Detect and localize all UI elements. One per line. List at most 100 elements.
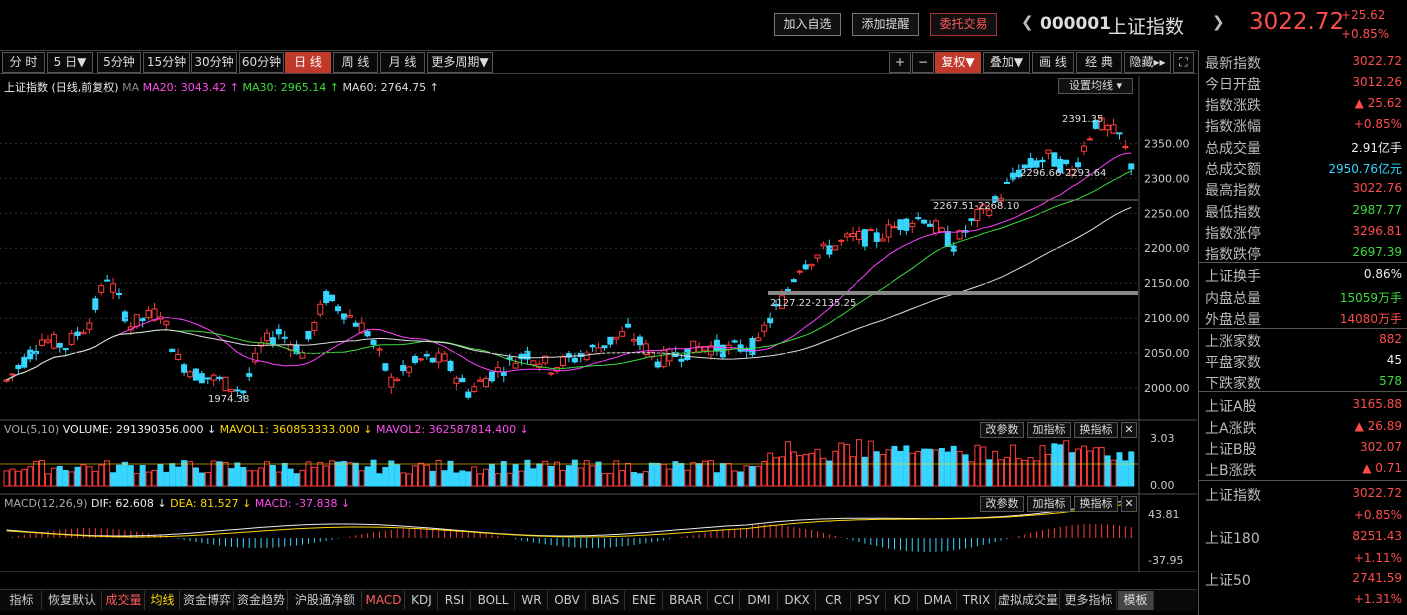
indicator-tab-18[interactable]: DKX [779, 591, 816, 610]
indicator-tab-7[interactable]: MACD [363, 591, 405, 610]
range2-annotation: 2267.51-2268.10 [933, 201, 1019, 212]
header-bar: 加入自选 添加提醒 委托交易 ❮ 000001 上证指数 ❯ 3022.72 +… [0, 0, 1407, 50]
candle-body [317, 303, 324, 315]
toolbar-tool-4[interactable]: 画 线 [1032, 52, 1074, 73]
indicator-tab-23[interactable]: TRIX [958, 591, 996, 610]
candle-body [222, 376, 229, 392]
volume-bar [323, 465, 330, 487]
quote-value: 3022.72 [1352, 54, 1402, 68]
indicator-tab-25[interactable]: 更多指标 [1061, 591, 1117, 610]
candle-body [429, 357, 436, 363]
quote-row: 指数涨跌 ▲ 25.62 [1199, 93, 1407, 114]
candle-body [275, 329, 282, 335]
volume-bar [252, 470, 259, 487]
volume-bar [690, 462, 697, 487]
indicator-tab-5[interactable]: 资金趋势 [235, 591, 288, 610]
chart-area[interactable]: 2350.00 2300.00 2250.00 2200.00 2150.00 2100.… [0, 76, 1197, 572]
indicator-tab-22[interactable]: DMA [919, 591, 957, 610]
period-tab-9[interactable]: 更多周期▼ [427, 52, 493, 73]
indicator-tab-14[interactable]: ENE [626, 591, 663, 610]
indicator-tab-0[interactable]: 指标 [2, 591, 42, 610]
toolbar-tool-3[interactable]: 叠加▼ [983, 52, 1030, 73]
add-watch-button[interactable]: 加入自选 [774, 13, 841, 36]
volume-bar [820, 457, 827, 487]
toolbar-tool-5[interactable]: 经 典 [1076, 52, 1122, 73]
price-tick-label: 2250.00 [1144, 207, 1190, 220]
vol-close-icon[interactable]: ✕ [1121, 422, 1137, 438]
indicator-tab-8[interactable]: KDJ [406, 591, 438, 610]
volume-bar [340, 461, 347, 487]
candle-body [228, 389, 235, 393]
indicator-tab-10[interactable]: BOLL [472, 591, 515, 610]
volume-bar [642, 471, 649, 487]
indicator-tab-15[interactable]: BRAR [664, 591, 708, 610]
vol-add-indicator-button[interactable]: 加指标 [1027, 422, 1071, 438]
indicator-tab-6[interactable]: 沪股通净额 [289, 591, 362, 610]
volume-bar [672, 461, 679, 487]
period-tab-0[interactable]: 分 时 [2, 52, 45, 73]
candle-body [376, 348, 383, 351]
quote-row: 指数涨停 3296.81 [1199, 221, 1407, 242]
volume-tick-label: 0.00 [1150, 479, 1175, 492]
volume-bar [879, 453, 886, 487]
candle-body [796, 270, 803, 273]
toolbar-tool-1[interactable]: − [912, 52, 934, 73]
macd-change-indicator-button[interactable]: 换指标 [1074, 496, 1118, 512]
vol-change-indicator-button[interactable]: 换指标 [1074, 422, 1118, 438]
ma-setting-button[interactable]: 设置均线 ▾ [1058, 78, 1133, 94]
quote-label: 上涨家数 [1205, 334, 1261, 350]
current-price: 3022.72 [1249, 9, 1345, 35]
candle-body [394, 378, 401, 382]
indicator-tab-2[interactable]: 成交量 [103, 591, 145, 610]
period-tab-1[interactable]: 5 日▼ [47, 52, 93, 73]
indicator-tab-20[interactable]: PSY [852, 591, 886, 610]
indicator-tab-4[interactable]: 资金博弈 [181, 591, 234, 610]
volume-bar [1045, 453, 1052, 487]
volume-bar [779, 456, 786, 487]
add-alert-button[interactable]: 添加提醒 [852, 13, 919, 36]
fullscreen-icon[interactable]: ⛶ [1173, 52, 1194, 73]
volume-bar [719, 463, 726, 487]
candle-body [512, 362, 519, 369]
macd-param-button[interactable]: 改参数 [980, 496, 1024, 512]
volume-bar [974, 444, 981, 487]
candle-body [1086, 138, 1093, 141]
toolbar-tool-2[interactable]: 复权▼ [935, 52, 981, 73]
volume-bar [169, 463, 176, 487]
period-tab-7[interactable]: 周 线 [333, 52, 378, 73]
volume-bar [1116, 452, 1123, 487]
next-stock-icon[interactable]: ❯ [1212, 13, 1225, 31]
period-tab-2[interactable]: 5分钟 [97, 52, 141, 73]
period-tab-3[interactable]: 15分钟 [143, 52, 190, 73]
vol-param-button[interactable]: 改参数 [980, 422, 1024, 438]
candle-body [879, 238, 886, 242]
period-tab-5[interactable]: 60分钟 [239, 52, 284, 73]
indicator-tab-9[interactable]: RSI [439, 591, 471, 610]
indicator-tab-12[interactable]: OBV [549, 591, 586, 610]
indicator-tab-24[interactable]: 虚拟成交量 [997, 591, 1060, 610]
candle-body [305, 330, 312, 340]
macd-add-indicator-button[interactable]: 加指标 [1027, 496, 1071, 512]
prev-stock-icon[interactable]: ❮ [1021, 13, 1034, 31]
period-tab-8[interactable]: 月 线 [380, 52, 425, 73]
indicator-tab-16[interactable]: CCI [709, 591, 740, 610]
candle-body [850, 232, 857, 237]
indicator-tab-21[interactable]: KD [887, 591, 918, 610]
toolbar-tool-0[interactable]: + [889, 52, 911, 73]
indicator-tab-11[interactable]: WR [516, 591, 548, 610]
indicator-tab-3[interactable]: 均线 [146, 591, 180, 610]
volume-bar [281, 462, 288, 487]
toolbar-tool-6[interactable]: 隐藏▸▸ [1124, 52, 1171, 73]
indicator-tab-13[interactable]: BIAS [587, 591, 625, 610]
indicator-tab-26[interactable]: 模板 [1118, 591, 1154, 610]
volume-bar [873, 451, 880, 487]
ma60-value: MA60: 2764.75 ↑ [342, 81, 439, 94]
quote-label: 指数涨跌 [1205, 98, 1261, 114]
period-tab-4[interactable]: 30分钟 [191, 52, 237, 73]
indicator-tab-1[interactable]: 恢复默认 [43, 591, 102, 610]
macd-close-icon[interactable]: ✕ [1121, 496, 1137, 512]
indicator-tab-19[interactable]: CR [817, 591, 851, 610]
trade-button[interactable]: 委托交易 [930, 13, 997, 36]
indicator-tab-17[interactable]: DMI [741, 591, 778, 610]
period-tab-6[interactable]: 日 线 [285, 52, 331, 73]
